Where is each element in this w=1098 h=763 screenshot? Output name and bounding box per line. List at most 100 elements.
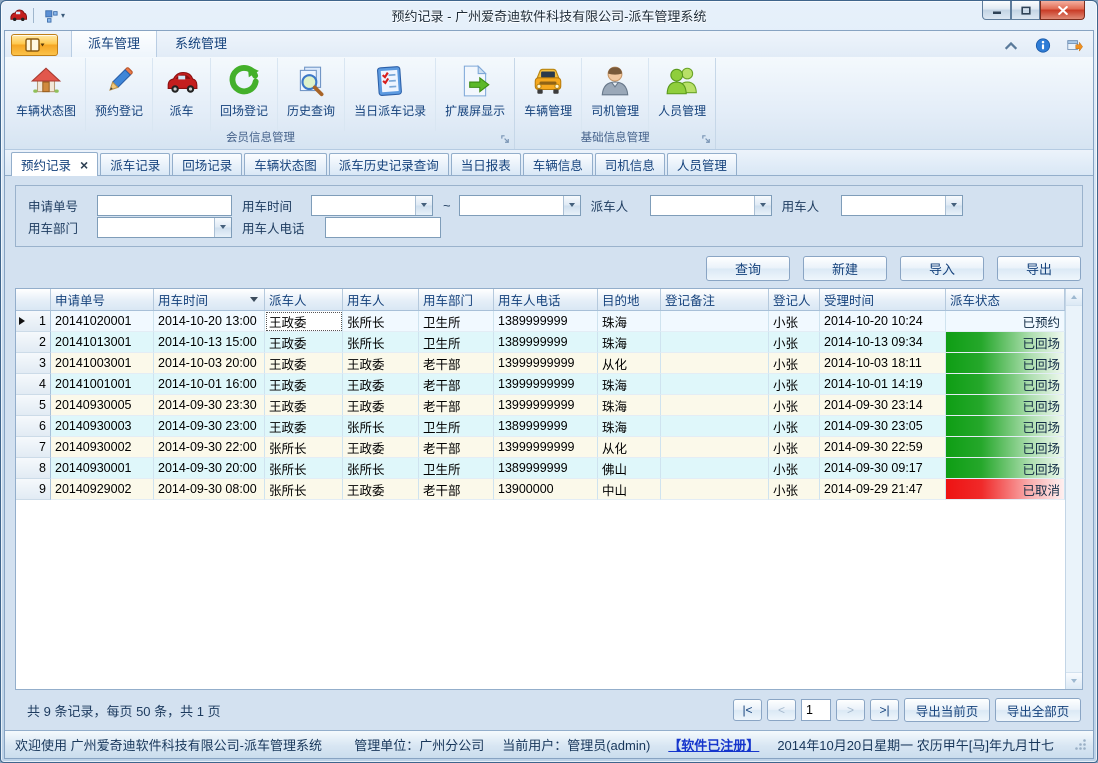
resize-grip[interactable] (1074, 738, 1087, 751)
use-time-to-combo[interactable] (459, 195, 581, 216)
cell-request-no[interactable]: 20141001001 (51, 374, 154, 395)
import-button[interactable]: 导入 (900, 256, 984, 281)
cell-register-remark[interactable] (661, 458, 769, 479)
ribbon-button-vehicle-management[interactable]: 车辆管理 (515, 58, 582, 131)
cell-use-time[interactable]: 2014-09-30 20:00 (154, 458, 265, 479)
ribbon-button-reservation-register[interactable]: 预约登记 (86, 58, 153, 131)
column-header-user-phone[interactable]: 用车人电话 (494, 289, 598, 310)
cell-dispatch-status[interactable]: 已预约 (946, 311, 1065, 332)
cell-register-remark[interactable] (661, 479, 769, 500)
cell-user-phone[interactable]: 13900000 (494, 479, 598, 500)
cell-dispatcher[interactable]: 王政委 (265, 374, 343, 395)
column-header-indicator[interactable] (16, 289, 51, 310)
row-indicator[interactable]: 4 (16, 374, 51, 395)
dispatcher-combo[interactable] (650, 195, 772, 216)
department-dropdown-button[interactable] (214, 218, 231, 237)
cell-accept-time[interactable]: 2014-10-20 10:24 (820, 311, 946, 332)
cell-department[interactable]: 老干部 (419, 437, 494, 458)
cell-dispatch-status[interactable]: 已回场 (946, 374, 1065, 395)
doc-tab-daily-report[interactable]: 当日报表 (451, 153, 521, 175)
cell-accept-time[interactable]: 2014-10-01 14:19 (820, 374, 946, 395)
cell-dispatcher[interactable]: 王政委 (265, 395, 343, 416)
cell-dispatch-status[interactable]: 已回场 (946, 353, 1065, 374)
cell-dispatch-status[interactable]: 已回场 (946, 332, 1065, 353)
scroll-up-button[interactable] (1066, 289, 1082, 306)
cell-user-phone[interactable]: 13999999999 (494, 374, 598, 395)
cell-dispatcher[interactable]: 张所长 (265, 479, 343, 500)
column-header-car-user[interactable]: 用车人 (343, 289, 419, 310)
doc-tab-vehicle-status-chart[interactable]: 车辆状态图 (244, 153, 327, 175)
cell-request-no[interactable]: 20141020001 (51, 311, 154, 332)
column-header-registrar[interactable]: 登记人 (769, 289, 820, 310)
column-header-department[interactable]: 用车部门 (419, 289, 494, 310)
cell-request-no[interactable]: 20141003001 (51, 353, 154, 374)
department-combo[interactable] (97, 217, 232, 238)
query-button[interactable]: 查询 (706, 256, 790, 281)
collapse-ribbon-button[interactable] (1003, 38, 1019, 53)
cell-dispatcher[interactable]: 张所长 (265, 437, 343, 458)
use-time-from-dropdown-button[interactable] (415, 196, 432, 215)
column-header-destination[interactable]: 目的地 (598, 289, 661, 310)
cell-accept-time[interactable]: 2014-09-30 09:17 (820, 458, 946, 479)
cell-car-user[interactable]: 张所长 (343, 458, 419, 479)
cell-car-user[interactable]: 王政委 (343, 479, 419, 500)
cell-use-time[interactable]: 2014-10-20 13:00 (154, 311, 265, 332)
use-time-from-combo[interactable] (311, 195, 433, 216)
cell-department[interactable]: 老干部 (419, 353, 494, 374)
row-indicator[interactable]: 5 (16, 395, 51, 416)
cell-use-time[interactable]: 2014-10-01 16:00 (154, 374, 265, 395)
cell-department[interactable]: 卫生所 (419, 458, 494, 479)
cell-car-user[interactable]: 张所长 (343, 332, 419, 353)
cell-register-remark[interactable] (661, 395, 769, 416)
cell-registrar[interactable]: 小张 (769, 479, 820, 500)
cell-destination[interactable]: 珠海 (598, 395, 661, 416)
dispatcher-combo-input[interactable] (651, 196, 754, 215)
column-header-use-time[interactable]: 用车时间 (154, 289, 265, 310)
cell-department[interactable]: 卫生所 (419, 416, 494, 437)
cell-registrar[interactable]: 小张 (769, 395, 820, 416)
ribbon-tab-dispatch-management[interactable]: 派车管理 (71, 30, 157, 57)
export-button[interactable]: 导出 (997, 256, 1081, 281)
close-button[interactable] (1040, 1, 1085, 20)
cell-dispatch-status[interactable]: 已回场 (946, 437, 1065, 458)
style-window-button[interactable] (1067, 38, 1083, 53)
ribbon-button-driver-management[interactable]: 司机管理 (582, 58, 649, 131)
doc-tab-vehicle-info[interactable]: 车辆信息 (523, 153, 593, 175)
dialog-launcher-icon[interactable] (701, 134, 712, 145)
cell-request-no[interactable]: 20140930001 (51, 458, 154, 479)
tab-close-icon[interactable]: × (80, 158, 88, 172)
cell-car-user[interactable]: 王政委 (343, 437, 419, 458)
last-page-button[interactable]: >| (870, 699, 899, 721)
export-all-pages-button[interactable]: 导出全部页 (995, 698, 1081, 722)
cell-registrar[interactable]: 小张 (769, 332, 820, 353)
use-time-from-combo-input[interactable] (312, 196, 415, 215)
cell-request-no[interactable]: 20140930005 (51, 395, 154, 416)
license-registered-link[interactable]: 【软件已注册】 (668, 735, 759, 754)
cell-dispatcher[interactable]: 王政委 (265, 332, 343, 353)
quick-access-toolbar-button[interactable]: ▾ (41, 8, 68, 24)
department-combo-input[interactable] (98, 218, 214, 237)
doc-tab-personnel-management[interactable]: 人员管理 (667, 153, 737, 175)
column-header-accept-time[interactable]: 受理时间 (820, 289, 946, 310)
cell-car-user[interactable]: 张所长 (343, 416, 419, 437)
row-indicator[interactable]: 9 (16, 479, 51, 500)
cell-dispatch-status[interactable]: 已回场 (946, 395, 1065, 416)
ribbon-button-today-dispatch-records[interactable]: 当日派车记录 (345, 58, 436, 131)
first-page-button[interactable]: |< (733, 699, 762, 721)
cell-dispatcher[interactable]: 王政委 (265, 416, 343, 437)
cell-use-time[interactable]: 2014-09-30 22:00 (154, 437, 265, 458)
cell-destination[interactable]: 珠海 (598, 416, 661, 437)
cell-registrar[interactable]: 小张 (769, 311, 820, 332)
grid-vertical-scrollbar[interactable] (1065, 289, 1082, 689)
cell-dispatch-status[interactable]: 已取消 (946, 479, 1065, 500)
minimize-button[interactable] (982, 1, 1011, 20)
cell-destination[interactable]: 佛山 (598, 458, 661, 479)
ribbon-button-personnel-management[interactable]: 人员管理 (649, 58, 715, 131)
cell-use-time[interactable]: 2014-09-30 23:00 (154, 416, 265, 437)
request-no-input[interactable] (97, 195, 232, 216)
doc-tab-dispatch-history-query[interactable]: 派车历史记录查询 (329, 153, 449, 175)
scroll-down-button[interactable] (1066, 672, 1082, 689)
cell-dispatch-status[interactable]: 已回场 (946, 458, 1065, 479)
cell-destination[interactable]: 中山 (598, 479, 661, 500)
ribbon-button-extended-screen-display[interactable]: 扩展屏显示 (436, 58, 514, 131)
